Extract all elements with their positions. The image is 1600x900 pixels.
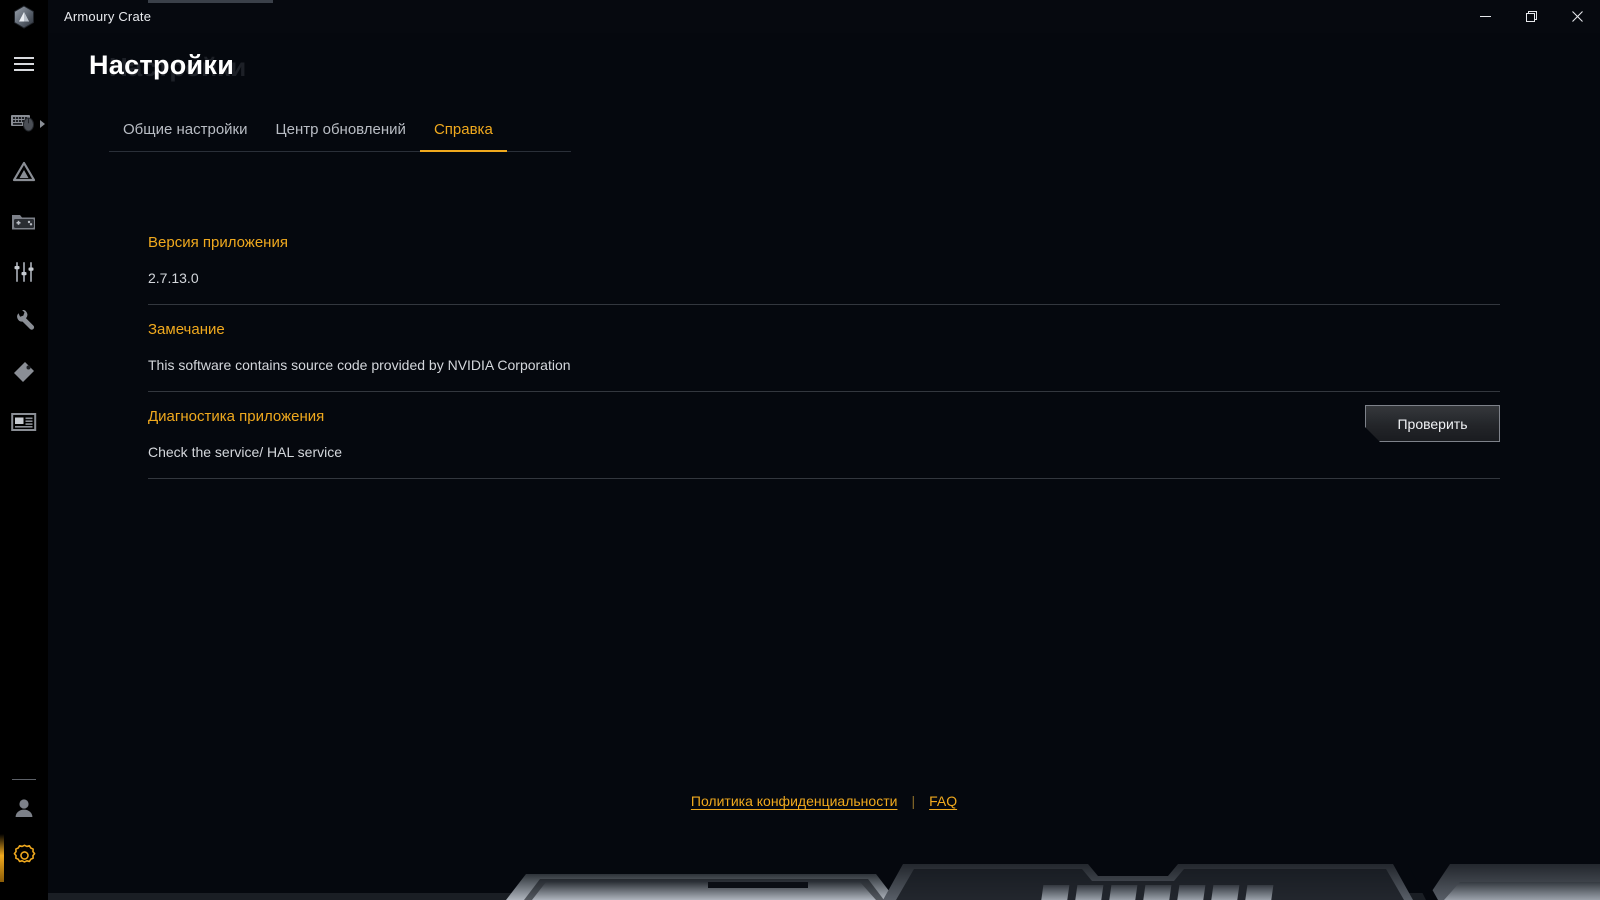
sidebar-divider xyxy=(12,779,36,780)
page-title: Настройки xyxy=(89,50,235,80)
game-library-icon xyxy=(11,211,37,238)
sidebar-item-featured[interactable] xyxy=(0,350,48,398)
app-title: Armoury Crate xyxy=(64,9,152,24)
help-content-list: Версия приложения 2.7.13.0 Замечание Thi… xyxy=(148,218,1500,479)
armoury-crate-window: Armoury Crate Настройки Настройки Общие … xyxy=(0,0,1600,900)
row-app-diagnostics: Диагностика приложения Check the service… xyxy=(148,392,1500,479)
row-app-version-inner: Версия приложения 2.7.13.0 xyxy=(148,218,1500,304)
sidebar-item-devices[interactable] xyxy=(0,100,48,148)
row-notice: Замечание This software contains source … xyxy=(148,305,1500,392)
sidebar-item-scenario-profiles[interactable] xyxy=(0,250,48,298)
footer-separator: | xyxy=(911,793,916,809)
row-notice-value: This software contains source code provi… xyxy=(148,357,571,373)
row-app-version-heading: Версия приложения xyxy=(148,234,288,251)
window-news-icon xyxy=(11,411,37,438)
sidebar-menu-toggle[interactable] xyxy=(0,40,48,88)
row-app-version-value: 2.7.13.0 xyxy=(148,270,199,286)
footer-links: Политика конфиденциальности | FAQ xyxy=(48,793,1600,809)
titlebar-accent-stripe xyxy=(148,0,273,3)
faq-link[interactable]: FAQ xyxy=(929,793,957,809)
row-separator xyxy=(148,478,1500,479)
row-app-diagnostics-heading: Диагностика приложения xyxy=(148,408,325,425)
sidebar xyxy=(0,0,48,900)
row-app-version: Версия приложения 2.7.13.0 xyxy=(148,218,1500,305)
row-app-diagnostics-inner: Диагностика приложения Check the service… xyxy=(148,392,1500,478)
armoury-crate-hex-logo-icon xyxy=(13,4,35,29)
tab-update-center[interactable]: Центр обновлений xyxy=(262,121,420,151)
chevron-right-icon xyxy=(40,120,45,128)
window-controls xyxy=(1462,0,1600,33)
tab-general-settings[interactable]: Общие настройки xyxy=(109,121,262,151)
gear-settings-icon xyxy=(12,843,37,873)
user-account-icon xyxy=(12,796,36,825)
row-notice-heading: Замечание xyxy=(148,321,225,338)
wrench-icon xyxy=(12,309,36,339)
sidebar-item-tools[interactable] xyxy=(0,300,48,348)
keyboard-mouse-icon xyxy=(10,111,38,138)
decorative-bottom-graphic xyxy=(48,864,1600,900)
sidebar-item-news[interactable] xyxy=(0,400,48,448)
title-bar: Armoury Crate xyxy=(0,0,1600,33)
aura-triangle-icon xyxy=(11,160,37,189)
sidebar-bottom-group xyxy=(0,769,48,900)
sidebar-item-user-account[interactable] xyxy=(0,786,48,834)
tab-help[interactable]: Справка xyxy=(419,121,507,152)
sidebar-item-game-library[interactable] xyxy=(0,200,48,248)
row-notice-inner: Замечание This software contains source … xyxy=(148,305,1500,391)
restore-button[interactable] xyxy=(1508,0,1554,33)
row-app-diagnostics-texts: Диагностика приложения Check the service… xyxy=(148,408,1500,460)
tag-icon xyxy=(12,360,36,389)
minimize-button[interactable] xyxy=(1462,0,1508,33)
sidebar-item-aura-sync[interactable] xyxy=(0,150,48,198)
row-app-diagnostics-value: Check the service/ HAL service xyxy=(148,444,342,460)
sidebar-item-settings[interactable] xyxy=(0,834,48,882)
privacy-policy-link[interactable]: Политика конфиденциальности xyxy=(691,793,898,809)
page-title-wrap: Настройки Настройки xyxy=(89,50,246,94)
main-content: Настройки Настройки Общие настройки Цент… xyxy=(48,33,1600,900)
check-service-button[interactable]: Проверить xyxy=(1365,405,1500,442)
app-logo-container xyxy=(0,0,48,33)
close-button[interactable] xyxy=(1554,0,1600,33)
row-notice-texts: Замечание This software contains source … xyxy=(148,321,1500,373)
tab-bar: Общие настройки Центр обновлений Справка xyxy=(109,108,571,152)
hamburger-menu-icon xyxy=(14,57,34,71)
row-app-version-texts: Версия приложения 2.7.13.0 xyxy=(148,234,1500,286)
sliders-icon xyxy=(12,260,36,289)
